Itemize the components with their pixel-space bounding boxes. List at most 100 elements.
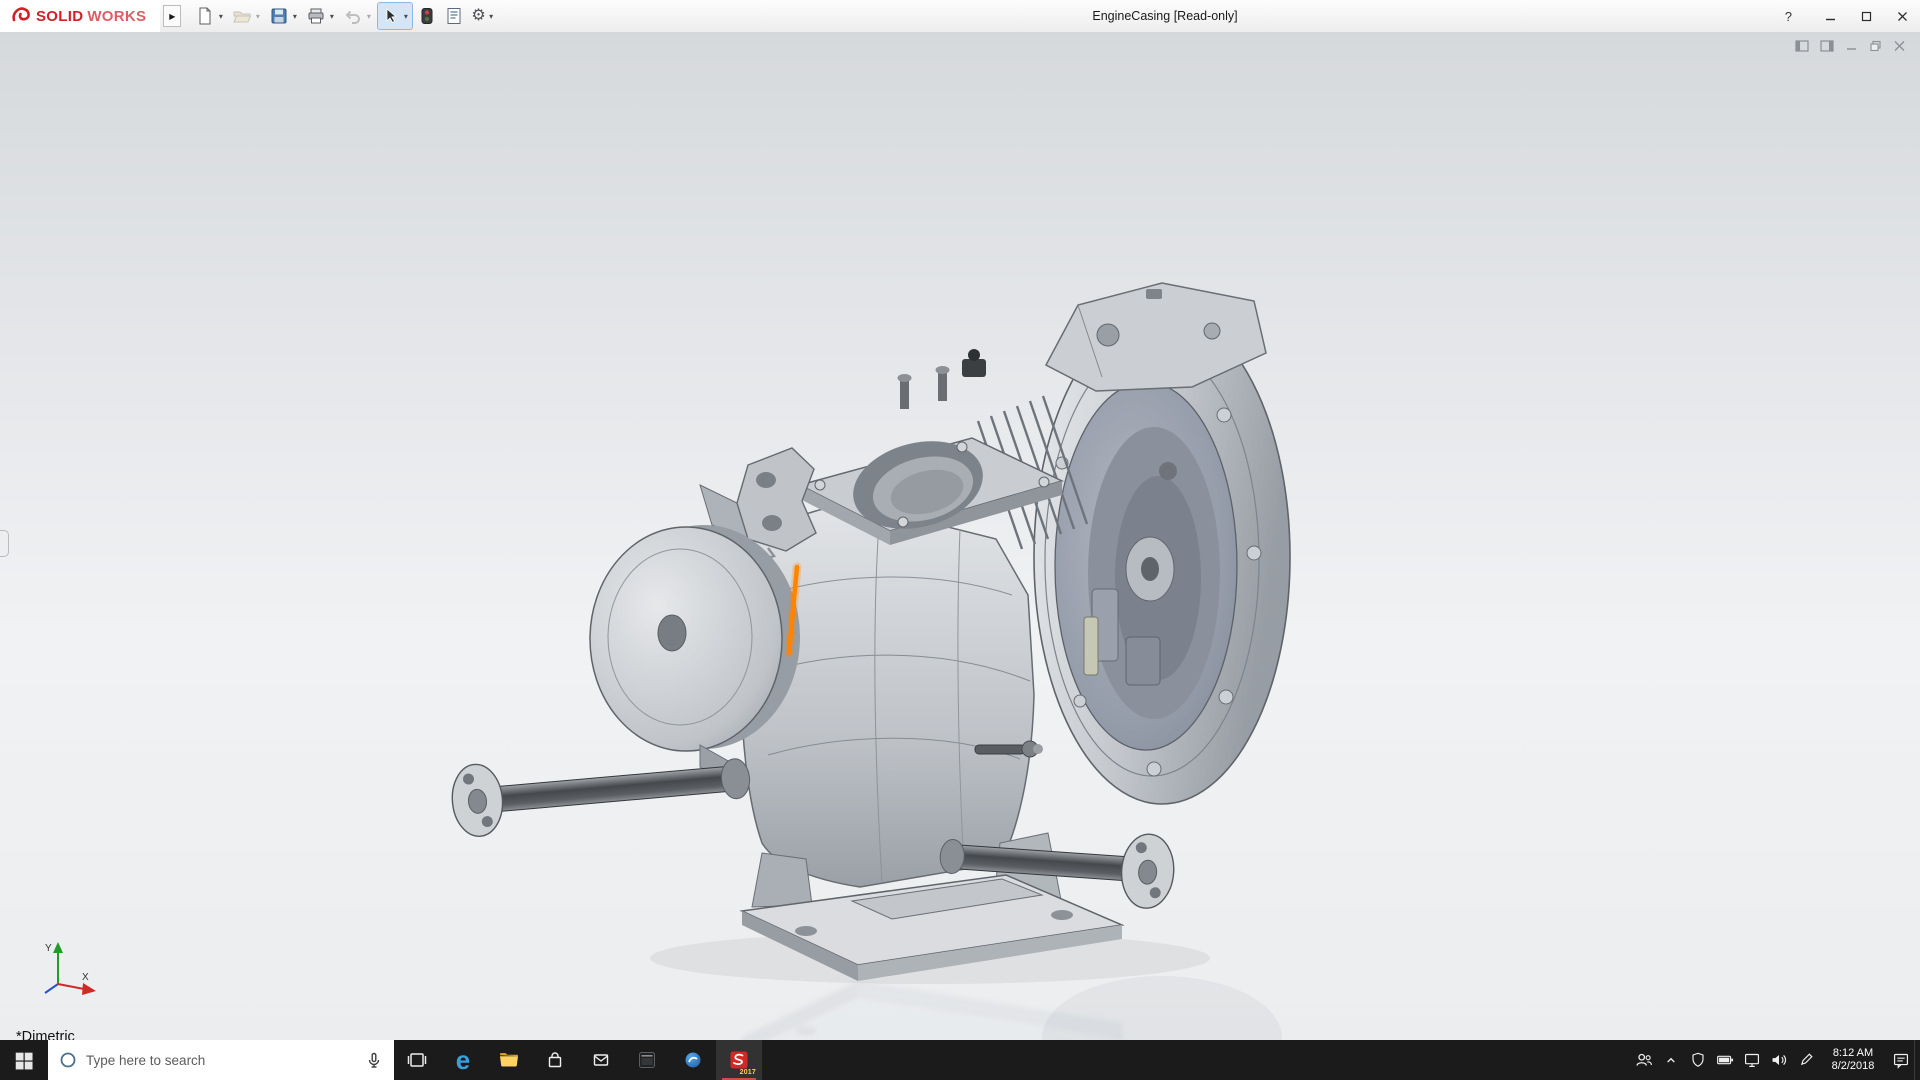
clock-time: 8:12 AM bbox=[1832, 1047, 1874, 1059]
maximize-icon bbox=[1861, 11, 1871, 21]
dock-pane-right-button[interactable] bbox=[1820, 40, 1834, 52]
clock[interactable]: 8:12 AM 8/2/2018 bbox=[1819, 1047, 1887, 1073]
taskbar-app-dark[interactable] bbox=[624, 1040, 670, 1080]
close-icon bbox=[1897, 11, 1907, 21]
network-button[interactable] bbox=[1738, 1040, 1765, 1080]
edge-icon: e bbox=[455, 1045, 471, 1075]
brand-text-solid: SOLID bbox=[36, 7, 84, 25]
battery-button[interactable] bbox=[1711, 1040, 1738, 1080]
volume-button[interactable] bbox=[1765, 1040, 1792, 1080]
child-close-button[interactable] bbox=[1893, 40, 1906, 52]
action-center-icon bbox=[1893, 1053, 1908, 1069]
shield-icon bbox=[1691, 1052, 1704, 1067]
dropdown-caret-icon[interactable]: ▾ bbox=[364, 12, 373, 21]
file-explorer-folder-icon bbox=[500, 1053, 518, 1067]
dropdown-caret-icon[interactable]: ▾ bbox=[487, 12, 496, 21]
view-orientation-label: *Dimetric bbox=[16, 1029, 75, 1040]
quick-access-toolbar: ▾ ▾ ▾ ▾ ▾ ▾ ⚙ ▾ bbox=[193, 2, 497, 30]
tray-overflow-button[interactable] bbox=[1657, 1040, 1684, 1080]
open-button[interactable]: ▾ bbox=[230, 3, 264, 29]
child-close-icon bbox=[1894, 41, 1905, 51]
task-view-button[interactable] bbox=[394, 1040, 440, 1080]
child-minimize-button[interactable] bbox=[1845, 40, 1858, 52]
dassault-swirl-icon bbox=[12, 7, 30, 22]
windows-logo-icon bbox=[15, 1052, 33, 1070]
taskbar: e bbox=[0, 1040, 1920, 1080]
flyout-arrow-icon: ▶ bbox=[169, 11, 176, 21]
defender-button[interactable] bbox=[1684, 1040, 1711, 1080]
dropdown-caret-icon[interactable]: ▾ bbox=[327, 12, 336, 21]
save-floppy-icon bbox=[271, 8, 287, 24]
orientation-triad[interactable]: Y X bbox=[18, 938, 98, 998]
pen-icon bbox=[1800, 1053, 1813, 1066]
child-restore-button[interactable] bbox=[1869, 40, 1882, 52]
clock-date: 8/2/2018 bbox=[1831, 1060, 1875, 1072]
file-properties-icon bbox=[447, 8, 461, 24]
action-center-button[interactable] bbox=[1887, 1040, 1914, 1080]
show-desktop-button[interactable] bbox=[1914, 1040, 1920, 1080]
blue-app-icon bbox=[685, 1052, 701, 1068]
gear-icon: ⚙ bbox=[471, 7, 486, 24]
taskbar-search[interactable] bbox=[48, 1040, 394, 1080]
minimize-button[interactable] bbox=[1812, 0, 1848, 33]
rebuild-button[interactable] bbox=[415, 3, 439, 29]
menu-flyout-button[interactable]: ▶ bbox=[163, 5, 182, 27]
new-document-button[interactable]: ▾ bbox=[193, 3, 227, 29]
titlebar-controls: ? bbox=[1785, 0, 1920, 32]
dropdown-caret-icon[interactable]: ▾ bbox=[216, 12, 225, 21]
maximize-button[interactable] bbox=[1848, 0, 1884, 33]
taskbar-app-mail[interactable] bbox=[578, 1040, 624, 1080]
titlebar: SOLID WORKS ▶ ▾ ▾ ▾ ▾ ▾ ▾ ⚙ ▾ EngineCasi… bbox=[0, 0, 1920, 33]
solidworks-logo: SOLID WORKS bbox=[0, 0, 161, 32]
dark-app-icon bbox=[639, 1052, 655, 1068]
mail-envelope-icon bbox=[593, 1054, 609, 1066]
model-engine-casing[interactable] bbox=[0, 33, 1920, 1040]
select-tool-button[interactable]: ▾ bbox=[377, 2, 414, 30]
battery-icon bbox=[1716, 1055, 1733, 1065]
rebuild-traffic-light-icon bbox=[421, 8, 433, 24]
open-folder-icon bbox=[233, 11, 252, 23]
document-title: EngineCasing [Read-only] bbox=[1092, 9, 1238, 23]
housing-reflection-hint bbox=[1042, 976, 1282, 1040]
pen-button[interactable] bbox=[1792, 1040, 1819, 1080]
dropdown-caret-icon[interactable]: ▾ bbox=[290, 12, 299, 21]
store-bag-icon bbox=[548, 1052, 562, 1068]
triad-z-axis bbox=[44, 983, 59, 994]
new-document-icon bbox=[199, 7, 211, 25]
taskbar-app-blue[interactable] bbox=[670, 1040, 716, 1080]
start-button[interactable] bbox=[0, 1040, 48, 1080]
print-button[interactable]: ▾ bbox=[304, 3, 338, 29]
system-tray: 8:12 AM 8/2/2018 bbox=[1630, 1040, 1920, 1080]
network-icon bbox=[1744, 1053, 1759, 1068]
microphone-icon[interactable] bbox=[364, 1050, 384, 1070]
solidworks-version-badge: 2017 bbox=[739, 1069, 756, 1076]
search-input[interactable] bbox=[86, 1052, 356, 1068]
triad-x-arrowhead bbox=[82, 983, 96, 995]
options-button[interactable]: ⚙ ▾ bbox=[469, 3, 497, 29]
dropdown-caret-icon[interactable]: ▾ bbox=[253, 12, 262, 21]
document-window-controls bbox=[1795, 40, 1906, 52]
select-cursor-icon bbox=[386, 8, 398, 24]
taskbar-app-file-explorer[interactable] bbox=[486, 1040, 532, 1080]
dropdown-caret-icon[interactable]: ▾ bbox=[401, 12, 410, 21]
taskbar-app-solidworks[interactable]: 2017 bbox=[716, 1040, 762, 1080]
graphics-area[interactable]: Y X *Dimetric bbox=[0, 33, 1920, 1040]
people-icon bbox=[1635, 1053, 1652, 1066]
file-properties-button[interactable] bbox=[442, 3, 466, 29]
people-button[interactable] bbox=[1630, 1040, 1657, 1080]
taskbar-app-edge[interactable]: e bbox=[440, 1040, 486, 1080]
undo-icon bbox=[345, 10, 361, 24]
save-button[interactable]: ▾ bbox=[267, 3, 301, 29]
close-button[interactable] bbox=[1884, 0, 1920, 33]
help-button[interactable]: ? bbox=[1785, 9, 1792, 24]
triad-x-axis bbox=[57, 983, 85, 990]
taskbar-app-store[interactable] bbox=[532, 1040, 578, 1080]
dock-pane-left-button[interactable] bbox=[1795, 40, 1809, 52]
top-studs[interactable] bbox=[897, 349, 987, 409]
left-panel-flyout-handle[interactable] bbox=[0, 530, 9, 557]
triad-y-label: Y bbox=[45, 943, 52, 954]
undo-button[interactable]: ▾ bbox=[341, 3, 375, 29]
brand-text-works: WORKS bbox=[87, 7, 147, 25]
child-restore-icon bbox=[1870, 40, 1881, 52]
flywheel-disc[interactable] bbox=[589, 525, 800, 752]
